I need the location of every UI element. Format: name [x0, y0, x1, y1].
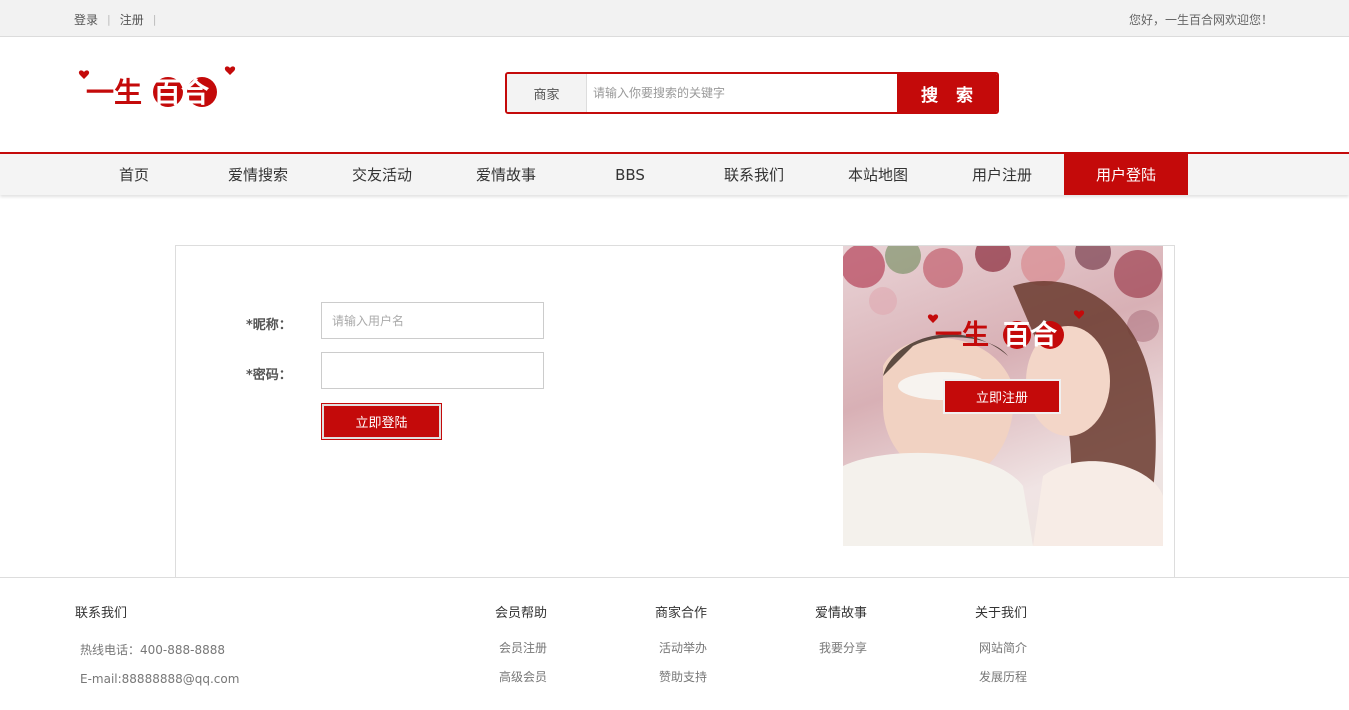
- welcome-text: 您好，一生百合网欢迎您！: [1128, 13, 1273, 27]
- footer-contact: 联系我们 热线电话：400-888-8888 E-mail:88888888@q…: [75, 602, 239, 686]
- footer-column: 会员帮助会员注册高级会员: [495, 602, 547, 685]
- search-button[interactable]: 搜 索: [897, 74, 997, 112]
- footer-column: 关于我们网站简介发展历程: [975, 602, 1027, 685]
- footer-column-title: 爱情故事: [815, 606, 868, 621]
- search-input[interactable]: [587, 74, 897, 112]
- promo-logo-image: 一生 百合: [927, 310, 1085, 351]
- nav-list: 首页 爱情搜索 交友活动 爱情故事 BBS 联系我们 本站地图 用户注册 用户登陆: [72, 154, 1188, 195]
- svg-text:百合: 百合: [1003, 319, 1057, 351]
- footer-column: 爱情故事 我要分享: [815, 602, 867, 656]
- nav-item[interactable]: 联系我们: [692, 154, 816, 195]
- nickname-label: *昵称：: [246, 318, 292, 333]
- main-nav: 首页 爱情搜索 交友活动 爱情故事 BBS 联系我们 本站地图 用户注册 用户登陆: [0, 152, 1349, 195]
- search-category-select[interactable]: 商家: [507, 74, 587, 112]
- footer-contact-title: 联系我们: [75, 606, 128, 621]
- login-panel: *昵称： *密码： 立即登陆: [175, 245, 1175, 577]
- footer-link[interactable]: 网站简介: [975, 639, 1027, 656]
- footer-link[interactable]: 我要分享: [815, 639, 867, 656]
- nav-item[interactable]: 本站地图: [816, 154, 940, 195]
- register-link[interactable]: 注册: [120, 11, 144, 28]
- nav-item[interactable]: 用户登陆: [1064, 154, 1188, 195]
- nav-item[interactable]: 爱情搜索: [196, 154, 320, 195]
- footer-link[interactable]: 高级会员: [495, 668, 547, 685]
- divider: |: [152, 13, 157, 26]
- footer-column-title: 关于我们: [975, 606, 1028, 621]
- footer-link[interactable]: 会员注册: [495, 639, 547, 656]
- login-link[interactable]: 登录: [74, 11, 98, 28]
- footer-link[interactable]: 发展历程: [975, 668, 1027, 685]
- logo-image: 一生 百合: [78, 66, 236, 109]
- svg-text:一生: 一生: [935, 320, 989, 351]
- footer-link[interactable]: 活动举办: [655, 639, 707, 656]
- divider: |: [107, 13, 111, 26]
- footer-column-title: 商家合作: [655, 606, 708, 621]
- nav-item[interactable]: 爱情故事: [444, 154, 568, 195]
- promo-register-button[interactable]: 立即注册: [943, 379, 1061, 414]
- nav-item[interactable]: 用户注册: [940, 154, 1064, 195]
- nav-item[interactable]: BBS: [568, 154, 692, 195]
- nav-item[interactable]: 首页: [72, 154, 196, 195]
- search-bar: 商家 搜 索: [505, 72, 999, 114]
- promo-logo: 一生 百合: [927, 308, 1087, 356]
- password-input[interactable]: [321, 352, 544, 389]
- footer-link[interactable]: 赞助支持: [655, 668, 707, 685]
- promo-photo: 一生 百合 立即注册: [843, 246, 1163, 546]
- top-bar: 登录 | 注册 | 您好，一生百合网欢迎您！: [0, 0, 1349, 37]
- footer: 联系我们 热线电话：400-888-8888 E-mail:88888888@q…: [0, 577, 1349, 710]
- svg-text:一生: 一生: [86, 76, 142, 109]
- top-links: 登录 | 注册 |: [74, 11, 165, 28]
- nav-item[interactable]: 交友活动: [320, 154, 444, 195]
- footer-email[interactable]: E-mail:88888888@qq.com: [75, 672, 239, 686]
- footer-column: 商家合作活动举办赞助支持: [655, 602, 707, 685]
- login-submit-button[interactable]: 立即登陆: [321, 403, 442, 440]
- password-label: *密码：: [246, 368, 292, 383]
- svg-text:百合: 百合: [153, 76, 210, 109]
- footer-column-title: 会员帮助: [495, 606, 548, 621]
- site-logo[interactable]: 一生 百合: [78, 64, 238, 114]
- nickname-input[interactable]: [321, 302, 544, 339]
- footer-phone: 热线电话：400-888-8888: [80, 643, 226, 657]
